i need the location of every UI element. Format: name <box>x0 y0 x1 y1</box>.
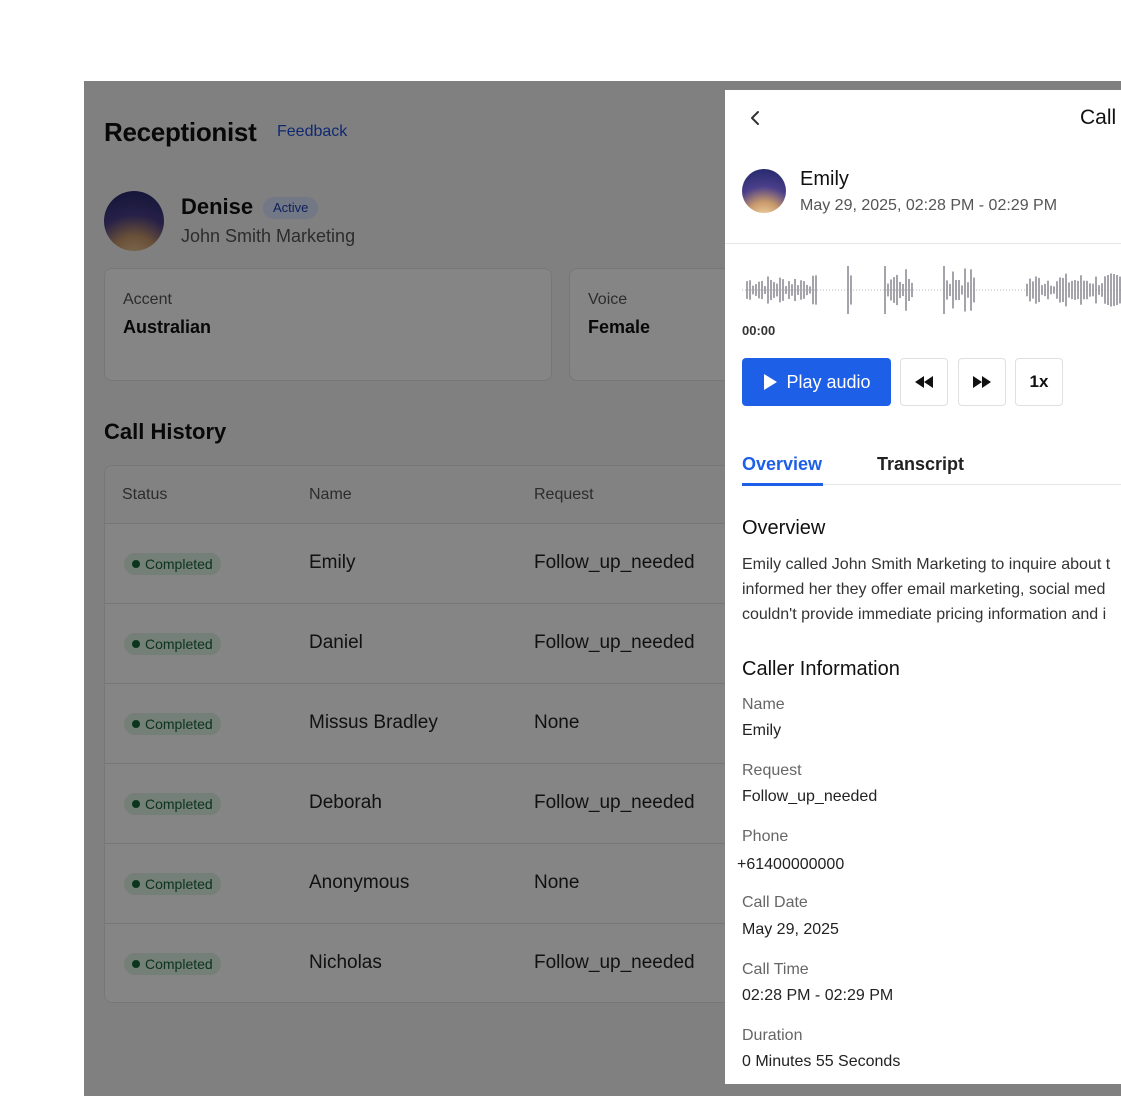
info-value-duration: 0 Minutes 55 Seconds <box>742 1053 901 1070</box>
panel-title: Call <box>1080 106 1117 129</box>
info-value-call-time: 02:28 PM - 02:29 PM <box>742 987 894 1004</box>
screenshot-stage: Receptionist Feedback Denise Active John… <box>0 0 1121 1096</box>
fast-forward-button[interactable] <box>958 358 1006 406</box>
overview-heading: Overview <box>742 517 826 539</box>
caller-info-heading: Caller Information <box>742 658 900 680</box>
rewind-icon <box>915 376 933 388</box>
info-label-phone: Phone <box>742 828 789 845</box>
info-value-request: Follow_up_needed <box>742 788 878 805</box>
info-label-call-time: Call Time <box>742 961 809 978</box>
playback-timecode: 00:00 <box>742 323 776 338</box>
summary-line: couldn't provide immediate pricing infor… <box>742 606 1107 623</box>
divider <box>725 243 1121 244</box>
call-datetime: May 29, 2025, 02:28 PM - 02:29 PM <box>800 197 1058 214</box>
play-audio-button[interactable]: Play audio <box>742 358 891 406</box>
caller-name: Emily <box>800 168 849 190</box>
info-label-duration: Duration <box>742 1027 803 1044</box>
caller-avatar <box>742 169 786 213</box>
playback-speed-button[interactable]: 1x <box>1015 358 1063 406</box>
active-tab-indicator <box>742 483 823 486</box>
play-icon <box>764 374 778 390</box>
play-audio-label: Play audio <box>786 371 871 392</box>
chevron-left-icon[interactable] <box>745 106 765 130</box>
info-label-name: Name <box>742 696 785 713</box>
summary-line: Emily called John Smith Marketing to inq… <box>742 556 1111 573</box>
tab-overview[interactable]: Overview <box>742 454 822 475</box>
info-label-request: Request <box>742 762 802 779</box>
info-value-phone: +61400000000 <box>737 856 845 873</box>
info-value-name: Emily <box>742 722 782 739</box>
info-value-call-date: May 29, 2025 <box>742 921 839 938</box>
fast-forward-icon <box>973 376 991 388</box>
overview-summary: Emily called John Smith Marketing to inq… <box>742 552 1121 627</box>
info-label-call-date: Call Date <box>742 894 808 911</box>
summary-line: informed her they offer email marketing,… <box>742 581 1106 598</box>
rewind-button[interactable] <box>900 358 948 406</box>
tab-transcript[interactable]: Transcript <box>877 454 964 475</box>
audio-waveform[interactable] <box>742 260 1121 320</box>
call-detail-panel: Call Emily May 29, 2025, 02:28 PM - 02:2… <box>725 90 1121 1084</box>
